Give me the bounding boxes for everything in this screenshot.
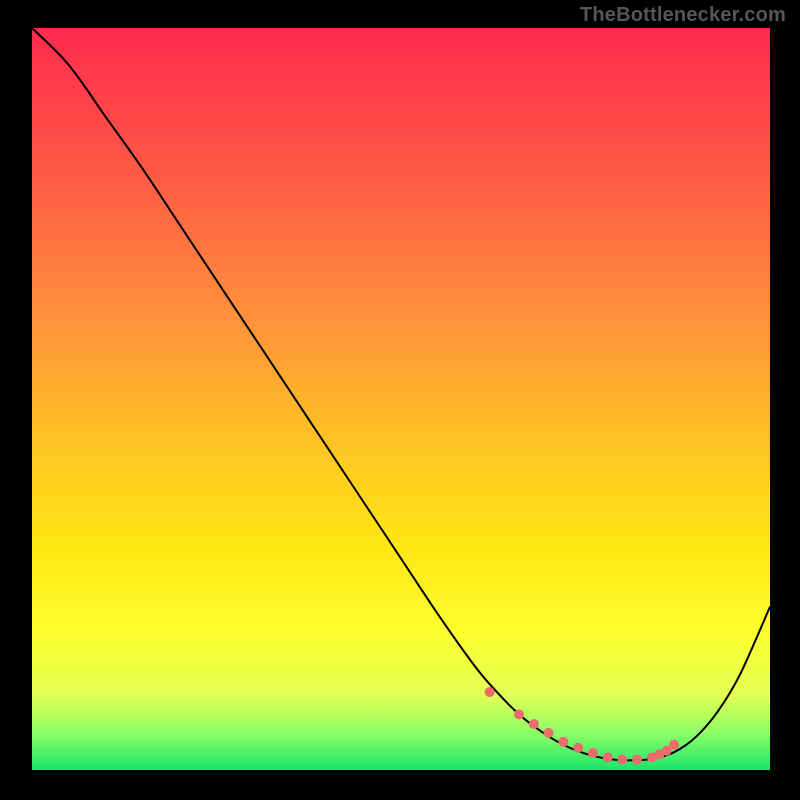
- chart-background: [32, 28, 770, 770]
- valley-marker: [603, 752, 613, 762]
- valley-marker: [485, 687, 495, 697]
- valley-marker: [558, 737, 568, 747]
- valley-marker: [573, 743, 583, 753]
- bottleneck-chart: [0, 0, 800, 800]
- valley-marker: [669, 740, 679, 750]
- valley-marker: [529, 719, 539, 729]
- valley-marker: [632, 755, 642, 765]
- valley-marker: [544, 728, 554, 738]
- valley-marker: [514, 709, 524, 719]
- valley-marker: [588, 748, 598, 758]
- chart-container: TheBottlenecker.com: [0, 0, 800, 800]
- valley-marker: [617, 755, 627, 765]
